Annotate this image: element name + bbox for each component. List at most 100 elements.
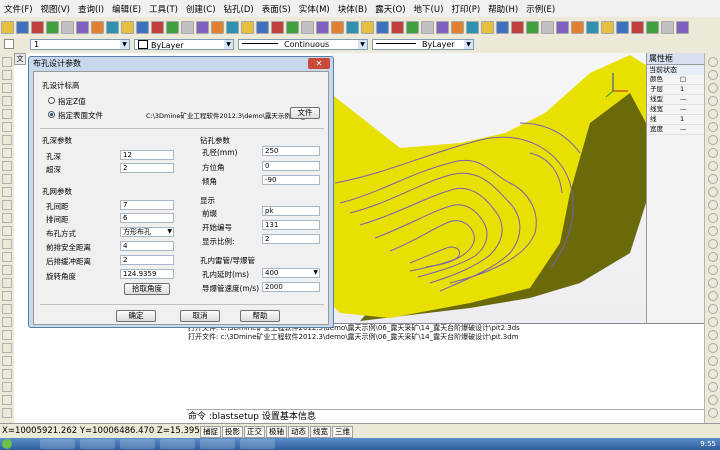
modify-tool-icon[interactable] bbox=[708, 122, 718, 132]
taskbar-app-icon[interactable] bbox=[240, 439, 275, 449]
toolbar-tool-icon[interactable] bbox=[136, 20, 149, 34]
modify-tool-icon[interactable] bbox=[708, 265, 718, 275]
menu-item[interactable]: 钻孔(D) bbox=[220, 3, 258, 15]
menu-item[interactable]: 编辑(E) bbox=[108, 3, 145, 15]
draw-tool-icon[interactable] bbox=[2, 330, 12, 340]
radio-surface-file[interactable] bbox=[48, 111, 55, 118]
back-distance-input[interactable]: 2 bbox=[120, 255, 174, 265]
taskbar-app-icon[interactable] bbox=[200, 439, 235, 449]
modify-tool-icon[interactable] bbox=[708, 239, 718, 249]
menu-item[interactable]: 实体(M) bbox=[295, 3, 334, 15]
toolbar-tool-icon[interactable] bbox=[241, 20, 254, 34]
status-toggle-button[interactable]: 投影 bbox=[222, 426, 243, 438]
draw-tool-icon[interactable] bbox=[2, 213, 12, 223]
toolbar-tool-icon[interactable] bbox=[376, 20, 389, 34]
doc-tab[interactable]: 文 bbox=[14, 53, 26, 65]
overdrill-input[interactable]: 2 bbox=[120, 163, 174, 173]
modify-tool-icon[interactable] bbox=[708, 135, 718, 145]
modify-tool-icon[interactable] bbox=[708, 226, 718, 236]
taskbar-app-icon[interactable] bbox=[160, 439, 195, 449]
modify-tool-icon[interactable] bbox=[708, 148, 718, 158]
draw-tool-icon[interactable] bbox=[2, 291, 12, 301]
toolbar-tool-icon[interactable] bbox=[316, 20, 329, 34]
menu-item[interactable]: 打印(P) bbox=[447, 3, 484, 15]
modify-tool-icon[interactable] bbox=[708, 57, 718, 67]
toolbar-tool-icon[interactable] bbox=[526, 20, 539, 34]
toolbar-tool-icon[interactable] bbox=[421, 20, 434, 34]
draw-tool-icon[interactable] bbox=[2, 369, 12, 379]
draw-tool-icon[interactable] bbox=[2, 122, 12, 132]
pick-angle-button[interactable]: 拾取角度 bbox=[124, 283, 170, 295]
menu-item[interactable]: 表面(S) bbox=[258, 3, 295, 15]
toolbar-tool-icon[interactable] bbox=[76, 20, 89, 34]
toolbar-tool-icon[interactable] bbox=[61, 20, 74, 34]
modify-tool-icon[interactable] bbox=[708, 317, 718, 327]
status-toggle-button[interactable]: 线宽 bbox=[310, 426, 331, 438]
draw-tool-icon[interactable] bbox=[2, 148, 12, 158]
start-button-icon[interactable] bbox=[2, 439, 12, 449]
front-distance-input[interactable]: 4 bbox=[120, 241, 174, 251]
radio-fixed-z[interactable] bbox=[48, 97, 55, 104]
toolbar-tool-icon[interactable] bbox=[346, 20, 359, 34]
draw-tool-icon[interactable] bbox=[2, 395, 12, 405]
toolbar-tool-icon[interactable] bbox=[406, 20, 419, 34]
display-scale-input[interactable]: 2 bbox=[262, 234, 320, 244]
ok-button[interactable]: 确定 bbox=[116, 310, 156, 322]
inclination-input[interactable]: -90 bbox=[262, 175, 320, 185]
prefix-input[interactable]: pk bbox=[262, 206, 320, 216]
toolbar-tool-icon[interactable] bbox=[1, 20, 14, 34]
lineweight-combo[interactable]: ByLayer ▼ bbox=[372, 39, 474, 50]
menu-item[interactable]: 文件(F) bbox=[0, 3, 37, 15]
draw-tool-icon[interactable] bbox=[2, 57, 12, 67]
toolbar-tool-icon[interactable] bbox=[211, 20, 224, 34]
file-button[interactable]: 文件 bbox=[290, 107, 320, 119]
linetype-combo[interactable]: Continuous ▼ bbox=[238, 39, 368, 50]
hole-depth-input[interactable]: 12 bbox=[120, 150, 174, 160]
draw-tool-icon[interactable] bbox=[2, 343, 12, 353]
menu-item[interactable]: 创建(C) bbox=[182, 3, 220, 15]
draw-tool-icon[interactable] bbox=[2, 187, 12, 197]
draw-tool-icon[interactable] bbox=[2, 317, 12, 327]
modify-tool-icon[interactable] bbox=[708, 278, 718, 288]
modify-tool-icon[interactable] bbox=[708, 252, 718, 262]
property-row[interactable]: 子层 1 bbox=[647, 85, 705, 95]
draw-tool-icon[interactable] bbox=[2, 356, 12, 366]
modify-tool-icon[interactable] bbox=[708, 70, 718, 80]
taskbar-app-icon[interactable] bbox=[80, 439, 115, 449]
toolbar-tool-icon[interactable] bbox=[226, 20, 239, 34]
modify-tool-icon[interactable] bbox=[708, 161, 718, 171]
property-row[interactable]: 颜色 □ bbox=[647, 75, 705, 85]
draw-tool-icon[interactable] bbox=[2, 408, 12, 418]
property-row[interactable]: 线型 — bbox=[647, 95, 705, 105]
toolbar-tool-icon[interactable] bbox=[556, 20, 569, 34]
draw-tool-icon[interactable] bbox=[2, 252, 12, 262]
help-button[interactable]: 帮助 bbox=[240, 310, 280, 322]
modify-tool-icon[interactable] bbox=[708, 200, 718, 210]
menu-item[interactable]: 块体(B) bbox=[334, 3, 371, 15]
draw-tool-icon[interactable] bbox=[2, 96, 12, 106]
toolbar-tool-icon[interactable] bbox=[181, 20, 194, 34]
toolbar-tool-icon[interactable] bbox=[91, 20, 104, 34]
toolbar-tool-icon[interactable] bbox=[631, 20, 644, 34]
modify-tool-icon[interactable] bbox=[708, 96, 718, 106]
speed-input[interactable]: 2000 bbox=[262, 282, 320, 292]
toolbar-tool-icon[interactable] bbox=[661, 20, 674, 34]
3d-viewport[interactable] bbox=[330, 53, 646, 323]
draw-tool-icon[interactable] bbox=[2, 109, 12, 119]
toolbar-tool-icon[interactable] bbox=[541, 20, 554, 34]
draw-tool-icon[interactable] bbox=[2, 226, 12, 236]
status-toggle-button[interactable]: 动态 bbox=[288, 426, 309, 438]
delay-select[interactable]: 400 ▼ bbox=[262, 268, 320, 278]
toolbar-tool-icon[interactable] bbox=[496, 20, 509, 34]
toolbar-tool-icon[interactable] bbox=[391, 20, 404, 34]
modify-tool-icon[interactable] bbox=[708, 304, 718, 314]
menu-item[interactable]: 露天(O) bbox=[371, 3, 409, 15]
property-row[interactable]: 线宽 — bbox=[647, 105, 705, 115]
modify-tool-icon[interactable] bbox=[708, 369, 718, 379]
color-combo[interactable]: ByLayer ▼ bbox=[134, 39, 234, 50]
draw-tool-icon[interactable] bbox=[2, 83, 12, 93]
toolbar-tool-icon[interactable] bbox=[196, 20, 209, 34]
modify-tool-icon[interactable] bbox=[708, 213, 718, 223]
modify-tool-icon[interactable] bbox=[708, 408, 718, 418]
modify-tool-icon[interactable] bbox=[708, 343, 718, 353]
